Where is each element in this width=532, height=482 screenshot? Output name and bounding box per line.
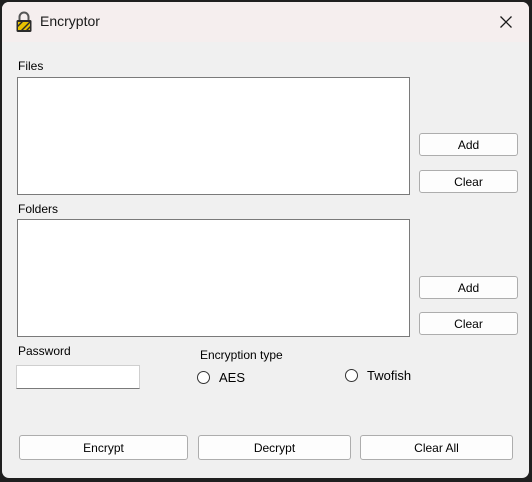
twofish-radio[interactable]: Twofish (345, 368, 411, 383)
files-clear-button[interactable]: Clear (419, 170, 518, 193)
twofish-radio-circle[interactable] (345, 369, 358, 382)
title-bar: Encryptor (2, 2, 529, 42)
encryptor-window: Encryptor Files Add Clear Folders Add Cl… (2, 2, 529, 478)
decrypt-button[interactable]: Decrypt (198, 435, 351, 460)
close-icon (500, 16, 512, 28)
window-title: Encryptor (40, 13, 100, 29)
files-label: Files (18, 59, 44, 73)
folders-clear-button[interactable]: Clear (419, 312, 518, 335)
encrypt-button[interactable]: Encrypt (19, 435, 188, 460)
twofish-radio-label[interactable]: Twofish (367, 368, 411, 383)
aes-radio[interactable]: AES (197, 370, 245, 385)
close-button[interactable] (483, 2, 529, 42)
folders-listbox[interactable] (17, 219, 410, 337)
files-listbox[interactable] (17, 77, 410, 195)
aes-radio-label[interactable]: AES (219, 370, 245, 385)
password-label: Password (18, 344, 71, 358)
clear-all-button[interactable]: Clear All (360, 435, 513, 460)
folders-add-button[interactable]: Add (419, 276, 518, 299)
files-add-button[interactable]: Add (419, 133, 518, 156)
encryption-type-label: Encryption type (200, 348, 283, 362)
aes-radio-circle[interactable] (197, 371, 210, 384)
folders-label: Folders (18, 202, 59, 216)
password-field[interactable] (16, 365, 140, 389)
lock-icon (15, 11, 33, 33)
